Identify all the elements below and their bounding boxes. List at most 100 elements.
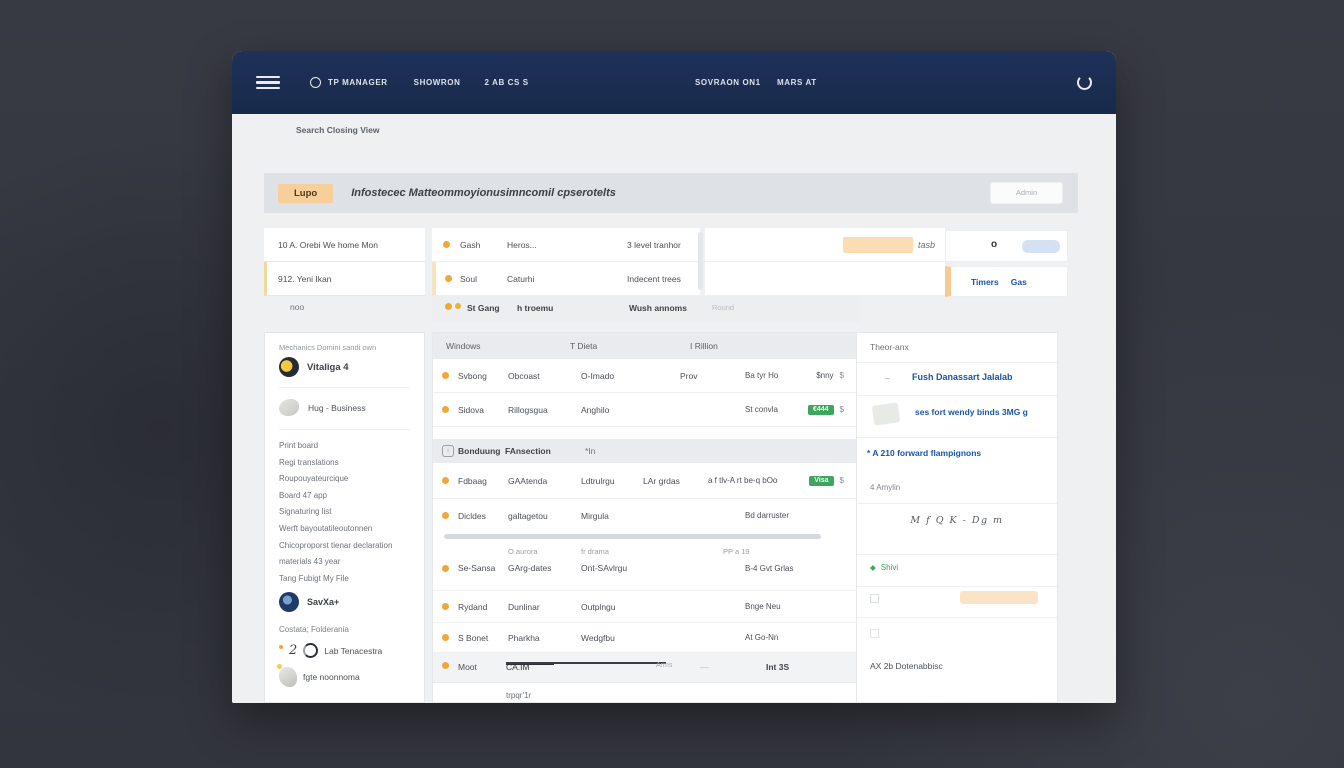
nav-item-2[interactable]: 2 AB CS S bbox=[485, 78, 529, 87]
right-panel-bottom-note: AX 2b Dotenabbisc bbox=[870, 661, 943, 671]
circle-glyph: o bbox=[991, 239, 997, 250]
status-dot-icon bbox=[433, 603, 458, 610]
divider bbox=[857, 586, 1057, 587]
table-row[interactable]: Fdbaag GAAtenda Ldtrulrgu LAr grdas a f … bbox=[433, 463, 856, 499]
table-row bbox=[705, 262, 945, 296]
overview-cell: Soul bbox=[460, 274, 507, 284]
sidebar-link[interactable]: Regi translations bbox=[279, 455, 410, 472]
cell: Ba tyr Hou bbox=[745, 371, 778, 380]
sidebar-secondary[interactable]: Hug - Business bbox=[279, 388, 410, 430]
nav-item-3[interactable]: SOVRAON ON1 bbox=[695, 78, 761, 87]
sub-label: PP a 19 bbox=[723, 547, 856, 556]
coin-icon: $ bbox=[840, 371, 844, 380]
section-label: *In bbox=[585, 446, 856, 456]
table-row[interactable]: Soul Caturhi Indecent trees bbox=[432, 262, 700, 296]
top-navbar: TP MANAGER SHOWRON 2 AB CS S SOVRAON ON1… bbox=[232, 51, 1116, 114]
gas-link[interactable]: Gas bbox=[1011, 277, 1027, 287]
sub-label: O aurora bbox=[508, 547, 581, 556]
divider bbox=[857, 362, 1057, 363]
cell: Rillogsgua bbox=[508, 405, 581, 415]
table-row[interactable]: S Bonet Pharkha Wedgfbu At Go-Nn bbox=[433, 623, 856, 653]
sidebar-link[interactable]: Signaturing list bbox=[279, 504, 410, 521]
status-card[interactable]: o bbox=[945, 230, 1068, 262]
nav-item-4[interactable]: MARS AT bbox=[777, 78, 817, 87]
right-panel-header: Theor-anx bbox=[870, 342, 909, 352]
overview-cell: 3 level tranhor bbox=[627, 240, 700, 250]
main-panel: Windows T Dieta I Rillion Svbong Obcoast… bbox=[432, 332, 1058, 703]
status-dot-icon bbox=[433, 406, 458, 413]
sidebar-item-fgte[interactable]: fgte noonnoma bbox=[279, 667, 410, 687]
cell: O-Imado bbox=[581, 371, 680, 381]
left-note: noo bbox=[290, 302, 304, 312]
sub-label: fr drama bbox=[581, 547, 723, 556]
right-panel-link-3[interactable]: * A 210 forward flampignons bbox=[867, 448, 981, 459]
cell: Int 3S bbox=[766, 662, 789, 672]
scrollbar[interactable] bbox=[698, 232, 703, 290]
table-row[interactable]: Moot CA.IM Arms — Int 3S bbox=[433, 653, 856, 683]
overview-cell: Heros... bbox=[507, 240, 627, 250]
cell: Dicldes bbox=[458, 511, 508, 521]
sidebar-profile[interactable]: Vitaliga 4 bbox=[279, 357, 410, 388]
cell: Prov bbox=[680, 371, 745, 381]
sidebar-item-label: fgte noonnoma bbox=[303, 672, 360, 682]
right-panel-link-2[interactable]: ses fort wendy binds 3MG g bbox=[915, 407, 1053, 418]
cell: Pharkha bbox=[508, 633, 581, 643]
sidebar-link[interactable]: Chicoproporst tienar declaration bbox=[279, 538, 410, 555]
sidebar-item-lab[interactable]: 2 Lab Tenacestra bbox=[279, 643, 410, 658]
cell: Se-Sansa bbox=[458, 563, 508, 573]
admin-button[interactable]: Admin bbox=[990, 182, 1063, 204]
status-badge: €444 bbox=[808, 405, 834, 415]
table-row[interactable]: Sidova Rillogsgua Anghilo St convlate €4… bbox=[433, 393, 856, 427]
cell: At Go-Nn bbox=[745, 633, 856, 642]
sidebar-link[interactable]: Tang Fubigt My File bbox=[279, 571, 410, 588]
status-badge: Visa bbox=[809, 476, 833, 486]
cell: a f tlv-A rt be-q bOostblun bbox=[708, 476, 778, 485]
checkbox[interactable] bbox=[870, 594, 879, 603]
coin-icon: $ bbox=[840, 405, 844, 414]
cell: B-4 Gvt Grlas bbox=[745, 564, 856, 573]
table-header-row: Windows T Dieta I Rillion bbox=[433, 333, 856, 359]
cell: Sidova bbox=[458, 405, 508, 415]
cell: Rydand bbox=[458, 602, 508, 612]
sidebar-link[interactable]: Print board bbox=[279, 438, 410, 455]
sidebar-account[interactable]: SavXa+ bbox=[279, 592, 410, 612]
leaf-icon: ◆ bbox=[870, 563, 876, 572]
sidebar-link[interactable]: Roupouyateurcique bbox=[279, 471, 410, 488]
table-row[interactable]: O aurora fr drama PP a 19 Se-Sansa GArg-… bbox=[433, 541, 856, 591]
cell: Outplngu bbox=[581, 602, 680, 612]
yellow-dot-icon bbox=[277, 664, 282, 669]
hamburger-menu-icon[interactable] bbox=[256, 73, 280, 93]
table-row[interactable]: Svbong Obcoast O-Imado Prov Ba tyr Hou $… bbox=[433, 359, 856, 393]
checkbox[interactable] bbox=[870, 629, 879, 638]
sidebar-link[interactable]: materials 43 year bbox=[279, 554, 410, 571]
timers-link[interactable]: Timers bbox=[971, 277, 999, 287]
user-arc-icon[interactable] bbox=[1077, 75, 1092, 90]
table-row[interactable]: Rydand Dunlinar Outplngu Bnge Neu bbox=[433, 591, 856, 623]
number-glyph: 2 bbox=[289, 643, 297, 658]
cell: Bnge Neu bbox=[745, 602, 856, 611]
table-row[interactable]: Dicldes galtagetou Mirgula Bd darruster bbox=[433, 499, 856, 532]
cell: Ldtrulrgu bbox=[581, 476, 643, 486]
nav-item-1[interactable]: SHOWRON bbox=[414, 78, 461, 87]
green-status: ◆ Shivi bbox=[870, 563, 898, 572]
sidebar-link[interactable]: Board 47 app bbox=[279, 488, 410, 505]
app-window: TP MANAGER SHOWRON 2 AB CS S SOVRAON ON1… bbox=[232, 51, 1116, 703]
table-row[interactable]: Gash Heros... 3 level tranhor bbox=[432, 228, 700, 262]
brand[interactable]: TP MANAGER bbox=[310, 77, 388, 88]
orange-tick-icon bbox=[279, 645, 283, 649]
right-panel-link-1[interactable]: Fush Danassart Jalalab bbox=[912, 372, 1050, 383]
status-dot-icon bbox=[436, 275, 460, 282]
left-card-1[interactable]: 10 A. Orebi We home Mon bbox=[264, 228, 425, 262]
sidebar-link[interactable]: Werft bayoutatileoutonnen bbox=[279, 521, 410, 538]
cell: Svbong bbox=[458, 371, 508, 381]
overview-cell: Indecent trees bbox=[627, 274, 700, 284]
sidebar-panel: Mechanics Domini sandi own Vitaliga 4 Hu… bbox=[264, 332, 425, 703]
amount: $nny bbox=[816, 371, 833, 380]
header-badge: Lupo bbox=[278, 184, 333, 203]
left-card-2[interactable]: 912. Yeni Ikan bbox=[264, 262, 425, 296]
summary-row[interactable]: St Gang h troemu Wush annoms Round bbox=[432, 296, 860, 322]
status-dot-icon bbox=[433, 634, 458, 641]
document-blob-icon bbox=[279, 667, 297, 687]
status-dot-icon bbox=[442, 662, 449, 669]
ring-logo-icon bbox=[303, 643, 318, 658]
